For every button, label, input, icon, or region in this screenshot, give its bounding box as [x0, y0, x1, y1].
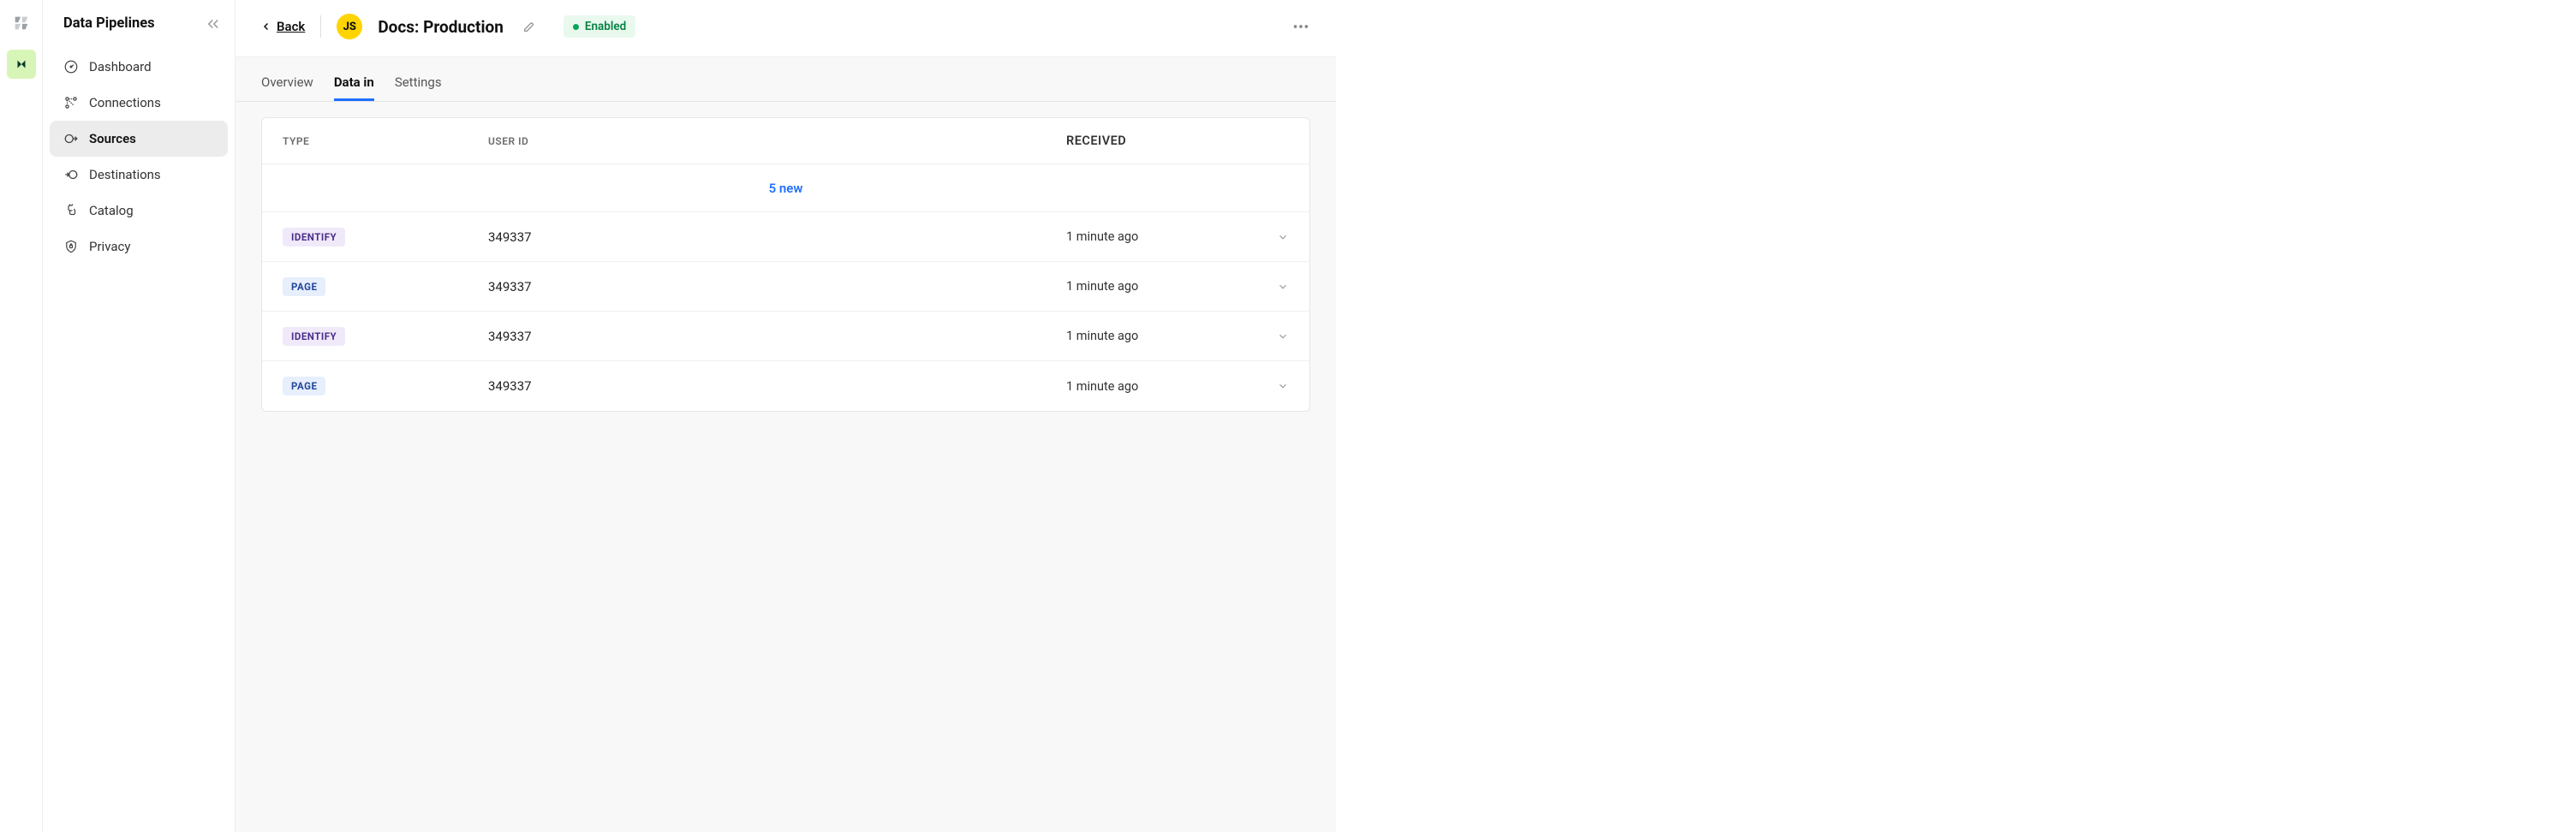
chevron-left-icon: [261, 21, 271, 32]
table-row[interactable]: IDENTIFY 349337 1 minute ago: [262, 312, 1309, 361]
source-title: Docs: Production: [378, 17, 504, 37]
sidebar-item-label: Privacy: [89, 239, 130, 254]
back-label: Back: [277, 19, 305, 34]
more-menu-button[interactable]: [1291, 17, 1310, 36]
app-rail: [0, 0, 43, 832]
column-received: RECEIVED: [1066, 134, 1255, 148]
table-header: TYPE USER ID RECEIVED: [262, 118, 1309, 164]
tab-data-in[interactable]: Data in: [334, 74, 374, 101]
event-user-id: 349337: [488, 279, 1066, 294]
new-events-banner[interactable]: 5 new: [262, 164, 1309, 212]
event-user-id: 349337: [488, 378, 1066, 394]
event-type-badge: IDENTIFY: [283, 228, 345, 247]
event-received: 1 minute ago: [1066, 329, 1255, 343]
expand-row-button[interactable]: [1277, 330, 1289, 342]
sidebar-item-sources[interactable]: Sources: [50, 121, 228, 157]
connections-icon: [63, 95, 79, 110]
source-badge: JS: [337, 14, 362, 39]
pencil-icon: [522, 20, 536, 33]
event-type-badge: PAGE: [283, 277, 325, 296]
sources-icon: [63, 131, 79, 146]
sidebar-item-dashboard[interactable]: Dashboard: [50, 49, 228, 85]
event-user-id: 349337: [488, 329, 1066, 344]
sidebar-title: Data Pipelines: [63, 15, 155, 32]
chevron-down-icon: [1277, 231, 1289, 243]
app-root: Data Pipelines Dashboard Connections: [0, 0, 2576, 832]
dashboard-icon: [63, 59, 79, 74]
expand-row-button[interactable]: [1277, 231, 1289, 243]
sidebar-item-label: Catalog: [89, 203, 134, 218]
event-received: 1 minute ago: [1066, 279, 1255, 294]
sidebar-nav: Dashboard Connections Sources Destinatio…: [43, 49, 235, 264]
tab-settings[interactable]: Settings: [395, 74, 442, 101]
event-received: 1 minute ago: [1066, 379, 1255, 394]
sidebar-item-label: Destinations: [89, 167, 161, 182]
table-row[interactable]: PAGE 349337 1 minute ago: [262, 262, 1309, 312]
status-label: Enabled: [585, 20, 626, 33]
sidebar: Data Pipelines Dashboard Connections: [43, 0, 236, 832]
table-row[interactable]: PAGE 349337 1 minute ago: [262, 361, 1309, 411]
tab-overview[interactable]: Overview: [261, 74, 313, 101]
privacy-icon: [63, 239, 79, 254]
sidebar-header: Data Pipelines: [43, 15, 235, 49]
tabs: Overview Data in Settings: [236, 57, 1336, 102]
app-nav-selected-icon[interactable]: [7, 50, 36, 79]
chevron-down-icon: [1277, 281, 1289, 293]
event-type-badge: IDENTIFY: [283, 327, 345, 346]
event-user-id: 349337: [488, 229, 1066, 245]
destinations-icon: [63, 167, 79, 182]
sidebar-item-label: Connections: [89, 95, 161, 110]
column-type: TYPE: [283, 135, 488, 147]
main-body: Overview Data in Settings TYPE USER ID R…: [236, 57, 1336, 832]
events-table: TYPE USER ID RECEIVED 5 new IDENTIFY 349…: [261, 117, 1310, 412]
dots-horizontal-icon: [1291, 17, 1310, 36]
sidebar-item-connections[interactable]: Connections: [50, 85, 228, 121]
chevron-down-icon: [1277, 330, 1289, 342]
collapse-sidebar-button[interactable]: [206, 16, 221, 32]
catalog-icon: [63, 203, 79, 218]
edit-title-button[interactable]: [522, 20, 536, 33]
sidebar-item-label: Dashboard: [89, 59, 152, 74]
topbar: Back JS Docs: Production Enabled: [236, 0, 1336, 57]
app-logo-icon[interactable]: [10, 12, 33, 34]
main: Back JS Docs: Production Enabled Overvie…: [236, 0, 1336, 832]
event-received: 1 minute ago: [1066, 229, 1255, 244]
chevron-down-icon: [1277, 380, 1289, 392]
back-button[interactable]: Back: [261, 19, 305, 34]
table-row[interactable]: IDENTIFY 349337 1 minute ago: [262, 212, 1309, 262]
status-dot-icon: [573, 24, 579, 30]
vertical-divider: [320, 15, 321, 38]
sidebar-item-catalog[interactable]: Catalog: [50, 193, 228, 229]
expand-row-button[interactable]: [1277, 281, 1289, 293]
sidebar-item-destinations[interactable]: Destinations: [50, 157, 228, 193]
sidebar-item-privacy[interactable]: Privacy: [50, 229, 228, 264]
column-user-id: USER ID: [488, 135, 1066, 147]
expand-row-button[interactable]: [1277, 380, 1289, 392]
status-badge: Enabled: [564, 15, 635, 38]
empty-right-gap: [1336, 0, 2576, 832]
event-type-badge: PAGE: [283, 377, 325, 395]
sidebar-item-label: Sources: [89, 131, 136, 146]
